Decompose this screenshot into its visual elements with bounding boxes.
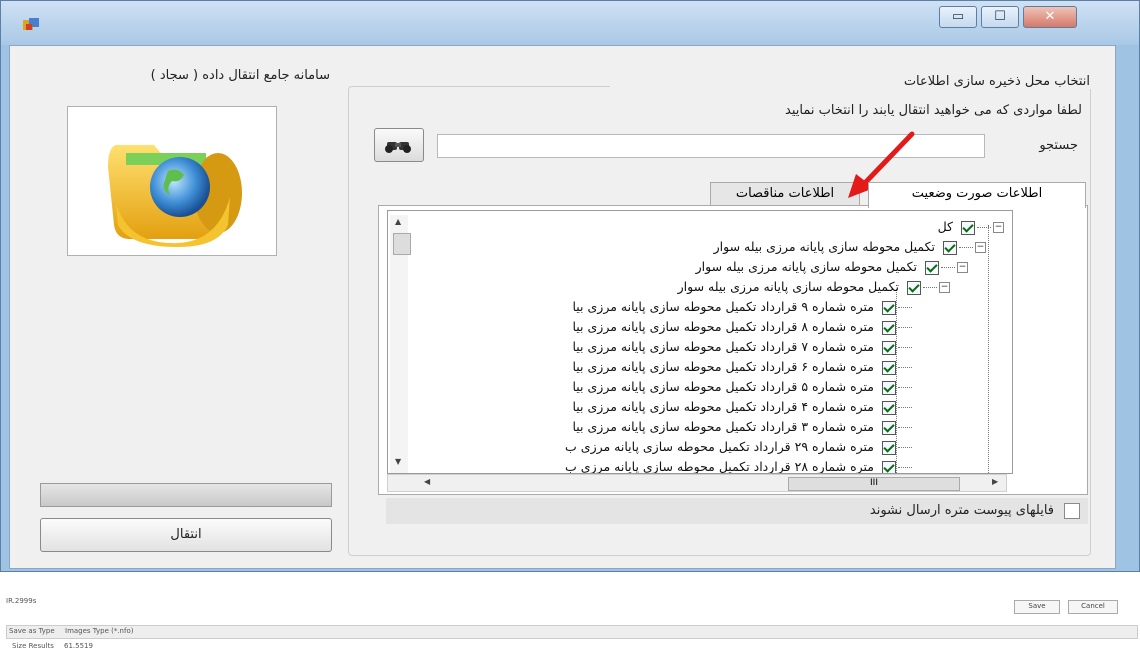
search-button[interactable] — [374, 128, 424, 162]
maximize-icon: ☐ — [994, 9, 1006, 24]
tree-checkbox[interactable] — [943, 240, 957, 255]
maximize-button[interactable]: ☐ — [981, 6, 1019, 28]
binoculars-icon — [385, 142, 411, 153]
search-label: جستجو — [1039, 138, 1078, 153]
transfer-button[interactable]: انتقال — [40, 518, 332, 552]
tree-connector-line — [988, 225, 989, 473]
group-title: انتخاب محل ذخیره سازی اطلاعات — [610, 74, 1094, 89]
tree-checkbox[interactable] — [961, 220, 975, 235]
tree-node-root[interactable]: − کل — [938, 217, 1004, 237]
tree-checkbox[interactable] — [882, 300, 896, 315]
horizontal-scroll-thumb[interactable]: III — [788, 477, 960, 491]
title-bar[interactable]: ▭ ☐ ✕ — [1, 1, 1139, 45]
collapse-icon[interactable]: − — [957, 262, 968, 273]
tab-invoice-info[interactable]: اطلاعات صورت وضعیت — [868, 182, 1086, 208]
tree-checkbox[interactable] — [882, 340, 896, 355]
collapse-icon[interactable]: − — [975, 242, 986, 253]
tree-leaf[interactable]: متره شماره ۲۹ قرارداد تکمیل محوطه سازی پ… — [565, 437, 912, 457]
tree-leaf[interactable]: متره شماره ۴ قرارداد تکمیل محوطه سازی پا… — [572, 397, 912, 417]
tree-leaf[interactable]: متره شماره ۲۸ قرارداد تکمیل محوطه سازی پ… — [565, 457, 912, 473]
minimize-icon: ▭ — [951, 9, 965, 24]
snippet-label: Size Results — [12, 642, 54, 650]
tree-view[interactable]: ▲ ▼ − کل − تکمیل محوطه سازی پایانه مرزی … — [387, 210, 1013, 474]
exclude-attachments-row[interactable]: فایلهای پیوست متره ارسال نشوند — [386, 498, 1088, 524]
instruction-text: لطفا مواردی که می خواهید انتقال یابند را… — [785, 103, 1082, 118]
tree-checkbox[interactable] — [882, 400, 896, 415]
tree-checkbox[interactable] — [882, 420, 896, 435]
tab-tender-info-label: اطلاعات مناقصات — [735, 186, 835, 201]
transfer-progress-bar — [40, 483, 332, 507]
exclude-attachments-label: فایلهای پیوست متره ارسال نشوند — [869, 503, 1054, 518]
save-button[interactable]: Save — [1014, 600, 1060, 614]
main-window: ▭ ☐ ✕ سامانه جامع انتقال داده ( سجاد ) ا… — [0, 0, 1140, 572]
horizontal-scrollbar[interactable]: ◀ III ▶ — [387, 474, 1007, 492]
tree-leaf[interactable]: متره شماره ۷ قرارداد تکمیل محوطه سازی پا… — [572, 337, 912, 357]
tree-checkbox[interactable] — [882, 380, 896, 395]
tree-leaf[interactable]: متره شماره ۸ قرارداد تکمیل محوطه سازی پا… — [572, 317, 912, 337]
folder-globe-icon — [108, 145, 242, 247]
vertical-scroll-thumb[interactable] — [393, 233, 411, 255]
snippet-value: 61.5519 — [64, 642, 93, 650]
tree-checkbox[interactable] — [907, 280, 921, 295]
scroll-left-icon[interactable]: ◀ — [424, 477, 430, 486]
tree-checkbox[interactable] — [925, 260, 939, 275]
tree-checkbox[interactable] — [882, 460, 896, 473]
tab-tender-info[interactable]: اطلاعات مناقصات — [710, 182, 860, 206]
secondary-dialog-snippet: IR.2999s Save Cancel Save as Type Images… — [0, 585, 1140, 652]
collapse-icon[interactable]: − — [993, 222, 1004, 233]
collapse-icon[interactable]: − — [939, 282, 950, 293]
tree-node[interactable]: − تکمیل محوطه سازی پایانه مرزی بیله سوار — [714, 237, 986, 257]
vertical-scrollbar[interactable]: ▲ ▼ — [390, 215, 411, 473]
tab-invoice-info-label: اطلاعات صورت وضعیت — [911, 186, 1043, 201]
scroll-down-icon[interactable]: ▼ — [395, 457, 401, 466]
tree-leaf[interactable]: متره شماره ۵ قرارداد تکمیل محوطه سازی پا… — [572, 377, 912, 397]
tree-leaf[interactable]: متره شماره ۹ قرارداد تکمیل محوطه سازی پا… — [572, 297, 912, 317]
close-icon: ✕ — [1044, 9, 1056, 24]
close-button[interactable]: ✕ — [1023, 6, 1077, 28]
cancel-button[interactable]: Cancel — [1068, 600, 1118, 614]
tree-node[interactable]: − تکمیل محوطه سازی پایانه مرزی بیله سوار — [696, 257, 968, 277]
scroll-right-icon[interactable]: ▶ — [992, 477, 998, 486]
exclude-attachments-checkbox[interactable] — [1064, 503, 1080, 519]
tree-leaf[interactable]: متره شماره ۳ قرارداد تکمیل محوطه سازی پا… — [572, 417, 912, 437]
snippet-row: Save as Type Images Type (*.nfo) — [6, 625, 1138, 639]
app-logo-image — [67, 106, 277, 256]
tree-leaf[interactable]: متره شماره ۶ قرارداد تکمیل محوطه سازی پا… — [572, 357, 912, 377]
tab-panel: ▲ ▼ − کل − تکمیل محوطه سازی پایانه مرزی … — [378, 205, 1088, 495]
tree-checkbox[interactable] — [882, 440, 896, 455]
minimize-button[interactable]: ▭ — [939, 6, 977, 28]
snippet-title: IR.2999s — [6, 597, 37, 605]
tree-checkbox[interactable] — [882, 360, 896, 375]
tree-node[interactable]: − تکمیل محوطه سازی پایانه مرزی بیله سوار — [678, 277, 950, 297]
system-title: سامانه جامع انتقال داده ( سجاد ) — [150, 68, 330, 83]
client-area: سامانه جامع انتقال داده ( سجاد ) انتقال … — [9, 45, 1116, 569]
tree-checkbox[interactable] — [882, 320, 896, 335]
app-icon — [23, 18, 39, 30]
scroll-up-icon[interactable]: ▲ — [395, 217, 401, 226]
